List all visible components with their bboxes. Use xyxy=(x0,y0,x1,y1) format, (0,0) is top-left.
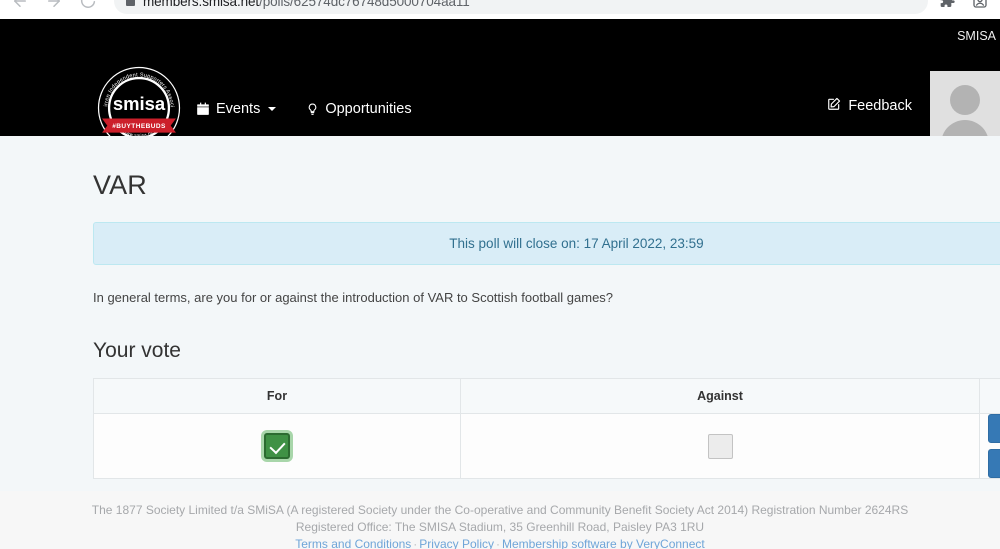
browser-actions xyxy=(928,0,1000,11)
browser-toolbar: members.smisa.net/polls/62574dc76748d500… xyxy=(0,0,1000,19)
abstain-button[interactable]: Abstain xyxy=(988,449,1000,478)
nav-item-events-label: Events xyxy=(216,101,261,117)
veryconnect-link[interactable]: Membership software by VeryConnect xyxy=(502,537,705,549)
user-name-strip: SMISA xyxy=(957,19,1000,53)
lightbulb-icon xyxy=(306,102,319,117)
url-path: /polls/62574dc76748d5000704aa11 xyxy=(259,0,470,9)
site-footer: The 1877 Society Limited t/a SMiSA (A re… xyxy=(0,491,1000,549)
profile-icon[interactable] xyxy=(970,0,990,11)
chevron-down-icon xyxy=(268,107,277,111)
vote-button[interactable]: Vote xyxy=(988,414,1000,443)
nav-item-opportunities-label: Opportunities xyxy=(325,101,412,117)
avatar[interactable] xyxy=(930,71,1000,141)
main-navigation: Events Opportunities xyxy=(196,101,412,117)
forward-arrow-icon[interactable] xyxy=(44,0,64,11)
table-row: Vote Abstain xyxy=(93,413,1000,479)
nav-item-opportunities[interactable]: Opportunities xyxy=(306,101,412,117)
poll-question: In general terms, are you for or against… xyxy=(93,290,614,305)
column-header-actions xyxy=(979,378,1000,414)
footer-separator-2: · xyxy=(495,537,500,549)
header-right-actions: Feedback xyxy=(827,71,1000,141)
column-header-for: For xyxy=(93,378,461,414)
address-bar-url: members.smisa.net/polls/62574dc76748d500… xyxy=(143,0,470,9)
footer-legal-line-2: Registered Office: The SMISA Stadium, 35… xyxy=(295,520,705,534)
privacy-policy-link[interactable]: Privacy Policy xyxy=(419,537,494,549)
nav-item-events[interactable]: Events xyxy=(196,101,277,117)
vote-table: For Against xyxy=(93,378,1000,479)
feedback-label: Feedback xyxy=(848,98,912,114)
checkbox-for[interactable] xyxy=(264,433,290,459)
user-name-label: SMISA xyxy=(957,29,996,43)
checkbox-against[interactable] xyxy=(707,433,733,459)
browser-nav-buttons xyxy=(0,0,98,11)
url-domain: members.smisa.net xyxy=(143,0,260,9)
table-header-row: For Against xyxy=(93,378,1000,414)
cell-actions: Vote Abstain xyxy=(979,413,1000,479)
site-info-icon[interactable] xyxy=(126,0,135,6)
terms-and-conditions-link[interactable]: Terms and Conditions xyxy=(295,537,411,549)
browser-window: members.smisa.net/polls/62574dc76748d500… xyxy=(0,0,1000,549)
calendar-icon xyxy=(196,102,210,116)
svg-text:smisa: smisa xyxy=(113,93,166,114)
page-title: VAR xyxy=(93,170,147,200)
back-arrow-icon[interactable] xyxy=(10,0,30,11)
feedback-button[interactable]: Feedback xyxy=(827,97,912,115)
poll-close-alert: This poll will close on: 17 April 2022, … xyxy=(93,222,1000,265)
address-bar[interactable]: members.smisa.net/polls/62574dc76748d500… xyxy=(114,0,928,14)
column-header-against: Against xyxy=(460,378,980,414)
cell-against xyxy=(460,413,980,479)
cell-for xyxy=(93,413,461,479)
vote-action-buttons: Vote Abstain xyxy=(980,414,1000,478)
vote-table-wrapper: For Against xyxy=(93,378,1000,479)
content-container: VAR This poll will close on: 17 April 20… xyxy=(0,136,1000,479)
your-vote-heading: Your vote xyxy=(93,339,181,362)
footer-legal-line-1: The 1877 Society Limited t/a SMiSA (A re… xyxy=(91,503,909,517)
page-content: VAR This poll will close on: 17 April 20… xyxy=(0,136,1000,491)
svg-text:#BUYTHEBUDS: #BUYTHEBUDS xyxy=(112,123,166,130)
avatar-head xyxy=(950,85,980,115)
site-header: SMISA St. Mirren Independent Supporters … xyxy=(0,19,1000,151)
edit-square-icon xyxy=(827,97,841,115)
reload-icon[interactable] xyxy=(78,0,98,11)
extension-icon[interactable] xyxy=(938,0,958,11)
footer-links: Terms and Conditions · Privacy Policy · Memb… xyxy=(0,536,1000,549)
vote-table-head: For Against xyxy=(93,378,1000,414)
vote-table-body: Vote Abstain xyxy=(93,413,1000,479)
